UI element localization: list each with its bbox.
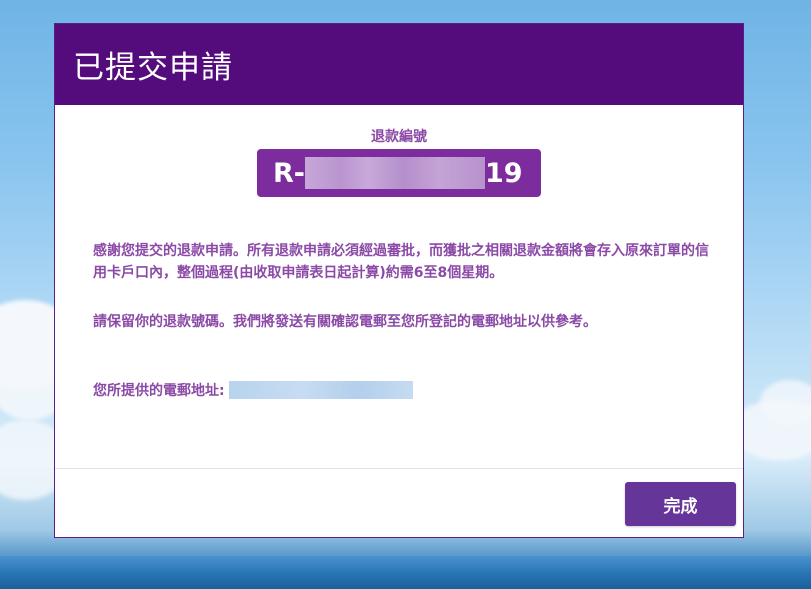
refund-number-prefix: R- bbox=[273, 157, 305, 189]
background-sea bbox=[0, 556, 811, 589]
dialog-body: 退款編號 R- 19 感謝您提交的退款申請。所有退款申請必須經過審批，而獲批之相… bbox=[55, 105, 743, 469]
dialog-footer: 完成 bbox=[55, 469, 743, 537]
dialog-title: 已提交申請 bbox=[73, 50, 233, 86]
keep-refund-number-message: 請保留你的退款號碼。我們將發送有關確認電郵至您所登記的電郵地址以供參考。 bbox=[93, 314, 597, 330]
refund-number-label: 退款編號 bbox=[371, 129, 427, 145]
email-redacted bbox=[228, 381, 413, 399]
cloud bbox=[760, 380, 811, 425]
email-row: 您所提供的電郵地址: bbox=[93, 380, 413, 400]
email-label: 您所提供的電郵地址: bbox=[93, 383, 225, 399]
refund-number-redacted bbox=[305, 157, 485, 189]
refund-approval-message: 感謝您提交的退款申請。所有退款申請必須經過審批，而獲批之相關退款金額將會存入原來… bbox=[93, 243, 709, 281]
refund-number-box: R- 19 bbox=[257, 149, 541, 197]
dialog-header: 已提交申請 bbox=[55, 24, 743, 105]
refund-submitted-dialog: 已提交申請 退款編號 R- 19 感謝您提交的退款申請。所有退款申請必須經過審批… bbox=[54, 23, 744, 538]
done-button[interactable]: 完成 bbox=[625, 482, 736, 526]
refund-number-suffix: 19 bbox=[485, 157, 523, 189]
